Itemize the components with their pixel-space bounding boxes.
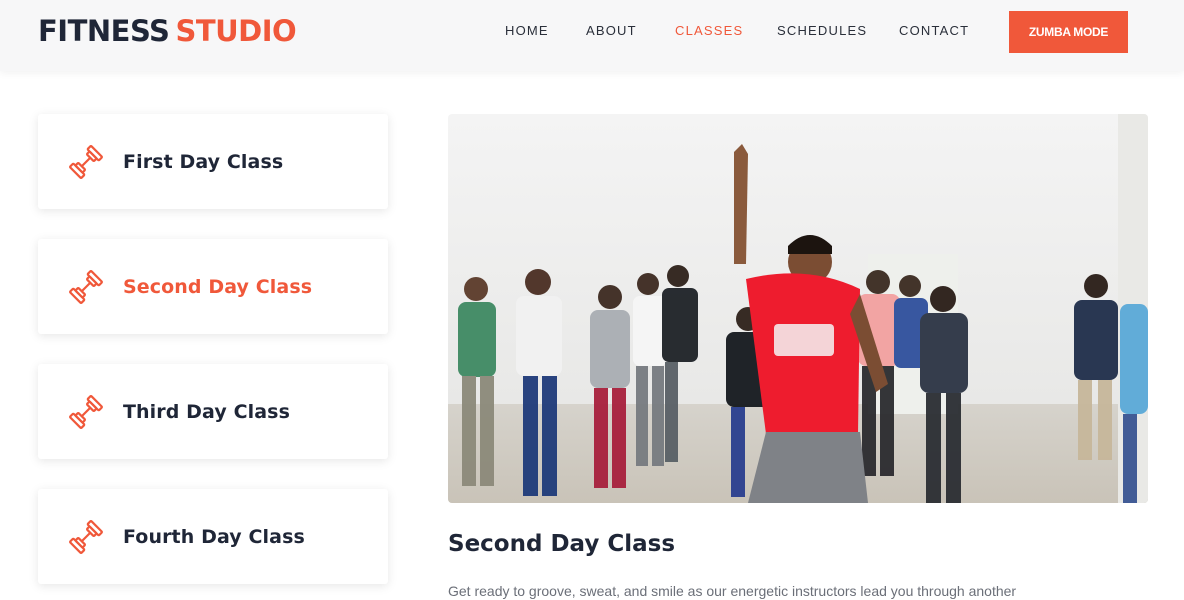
site-logo[interactable]: FITNESS STUDIO [38,14,297,48]
class-card-label: Second Day Class [123,275,313,298]
nav-schedules[interactable]: SCHEDULES [777,23,867,38]
dumbbell-icon [69,520,103,554]
zumba-mode-button[interactable]: ZUMBA MODE [1009,11,1128,53]
site-header: FITNESS STUDIO HOME ABOUT CLASSES SCHEDUL… [0,0,1184,71]
logo-text-accent: STUDIO [175,14,297,48]
class-photo [448,114,1148,503]
nav-classes[interactable]: CLASSES [675,23,743,38]
logo-text-primary: FITNESS [38,14,170,48]
class-card-label: First Day Class [123,150,284,173]
class-detail-title: Second Day Class [448,531,676,557]
class-card-label: Fourth Day Class [123,525,305,548]
class-card-third[interactable]: Third Day Class [38,364,388,459]
class-photo-image [448,114,1148,503]
dumbbell-icon [69,270,103,304]
class-card-fourth[interactable]: Fourth Day Class [38,489,388,584]
dumbbell-icon [69,145,103,179]
class-card-first[interactable]: First Day Class [38,114,388,209]
nav-contact[interactable]: CONTACT [899,23,969,38]
dumbbell-icon [69,395,103,429]
class-detail-description: Get ready to groove, sweat, and smile as… [448,583,1017,599]
nav-about[interactable]: ABOUT [586,23,637,38]
nav-home[interactable]: HOME [505,23,549,38]
class-card-second[interactable]: Second Day Class [38,239,388,334]
class-card-label: Third Day Class [123,400,290,423]
